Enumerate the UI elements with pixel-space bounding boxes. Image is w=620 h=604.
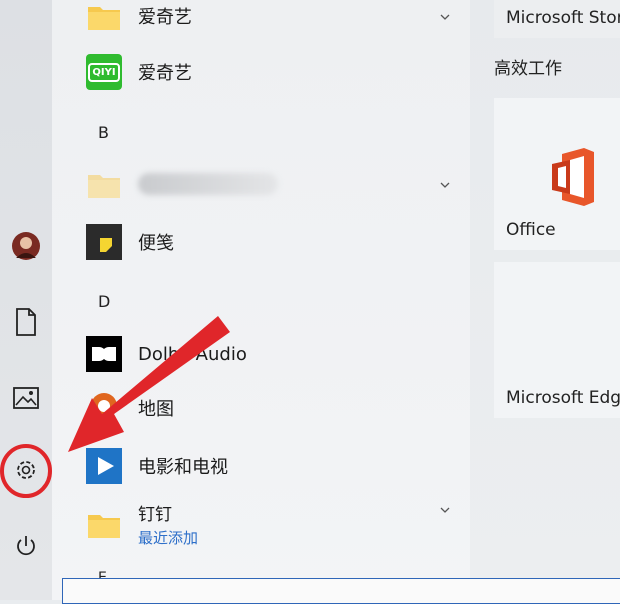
maps-pin-icon	[86, 390, 122, 426]
tile-microsoft-edge[interactable]: Microsoft Edge	[494, 262, 620, 418]
list-item-label: 地图	[138, 399, 174, 420]
blurred-label	[138, 173, 278, 195]
document-icon	[16, 308, 36, 336]
start-tiles-area: Microsoft Store 高效工作 Office Microsoft Ed…	[470, 0, 620, 600]
list-item-aiqiyi-folder[interactable]: 爱奇艺	[86, 0, 470, 34]
user-avatar-icon	[12, 232, 40, 260]
power-button[interactable]	[6, 526, 46, 566]
chevron-down-icon[interactable]	[440, 505, 450, 515]
list-item-sticky-notes[interactable]: 便笺	[86, 224, 470, 260]
section-header-b[interactable]: B	[98, 123, 109, 142]
dolby-logo-icon	[86, 336, 122, 372]
settings-button[interactable]	[6, 450, 46, 490]
start-left-rail	[0, 0, 52, 600]
folder-icon	[86, 166, 122, 202]
list-item-maps[interactable]: 地图	[86, 390, 470, 426]
list-item-label: 电影和电视	[138, 457, 228, 478]
tile-microsoft-store[interactable]: Microsoft Store	[494, 0, 620, 38]
app-list: 爱奇艺 QIYI 爱奇艺 B 便笺 D Dolby Audio 地图 电影和电视…	[52, 0, 470, 600]
recently-added-label: 最近添加	[138, 529, 199, 547]
list-item-aiqiyi-app[interactable]: QIYI 爱奇艺	[86, 54, 470, 90]
list-item-label: 爱奇艺	[138, 7, 192, 28]
pictures-icon	[13, 387, 39, 409]
office-logo-icon	[552, 148, 594, 206]
tile-label: Office	[506, 220, 556, 240]
power-icon	[17, 536, 35, 556]
list-item-label: 钉钉	[138, 505, 172, 525]
user-avatar-button[interactable]	[6, 226, 46, 266]
folder-icon	[86, 0, 122, 34]
documents-button[interactable]	[6, 302, 46, 342]
list-item-dingtalk-folder[interactable]: 钉钉 最近添加	[86, 500, 470, 548]
chevron-down-icon[interactable]	[440, 180, 450, 190]
tile-office[interactable]: Office	[494, 98, 620, 250]
list-item-label: Dolby Audio	[138, 343, 247, 365]
list-item-blurred-folder[interactable]	[86, 166, 470, 202]
pictures-button[interactable]	[6, 378, 46, 418]
iqiyi-logo-icon: QIYI	[86, 54, 122, 90]
list-item-movies-tv[interactable]: 电影和电视	[86, 448, 470, 484]
list-item-label: 便笺	[138, 233, 174, 254]
sticky-notes-icon	[86, 224, 122, 260]
search-input[interactable]	[62, 578, 620, 604]
list-item-dolby-audio[interactable]: Dolby Audio	[86, 336, 470, 372]
tile-label: Microsoft Edge	[506, 388, 620, 408]
movies-tv-icon	[86, 448, 122, 484]
folder-icon	[86, 506, 122, 542]
chevron-down-icon[interactable]	[440, 12, 450, 22]
list-item-label: 爱奇艺	[138, 63, 192, 84]
tile-label: Microsoft Store	[506, 8, 620, 28]
settings-gear-icon	[17, 461, 35, 479]
dingtalk-text-group: 钉钉 最近添加	[138, 500, 198, 548]
section-header-d[interactable]: D	[98, 292, 110, 311]
tile-group-title[interactable]: 高效工作	[494, 54, 562, 79]
